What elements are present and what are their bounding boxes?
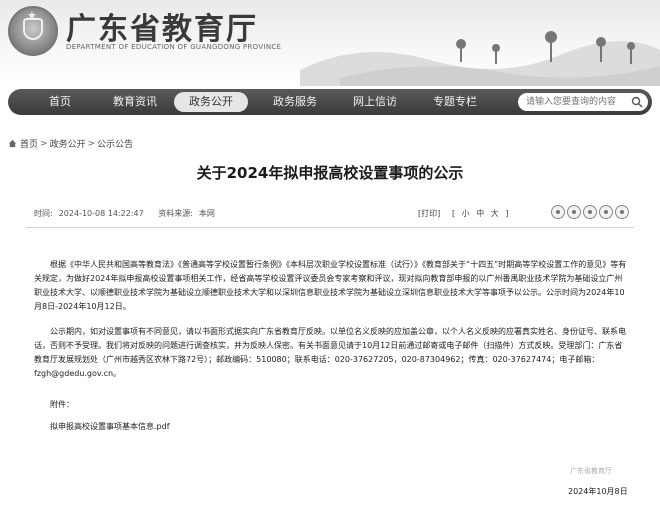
nav-item-government-affairs[interactable]: 政务公开 (174, 92, 248, 112)
breadcrumb-government-affairs[interactable]: 政务公开 (50, 137, 86, 150)
share-more-icon[interactable] (615, 205, 629, 219)
search-icon[interactable] (631, 96, 643, 108)
breadcrumb: 首页 > 政务公开 > 公示公告 (8, 137, 133, 150)
font-size-bracket: [ (452, 209, 456, 218)
nav-item-services[interactable]: 政务服务 (260, 89, 330, 115)
breadcrumb-announcements[interactable]: 公示公告 (97, 137, 133, 150)
font-size-small[interactable]: 小 (462, 209, 470, 218)
font-size-bracket: ] (505, 209, 509, 218)
article-title: 关于2024年拟申报高校设置事项的公示 (196, 164, 464, 182)
site-subtitle: DEPARTMENT OF EDUCATION OF GUANGDONG PRO… (66, 43, 282, 51)
attachment-label: 附件： (50, 400, 74, 409)
share-wechat-icon[interactable] (551, 205, 565, 219)
share-weibo-icon[interactable] (567, 205, 581, 219)
font-size-large[interactable]: 大 (491, 209, 499, 218)
article-paragraph-1: 根据《中华人民共和国高等教育法》《普通高等学校设置暂行条例》《本科层次职业学校设… (34, 260, 627, 311)
share-buttons (551, 205, 629, 219)
breadcrumb-separator: > (87, 138, 96, 149)
print-button[interactable]: [打印] (418, 208, 440, 219)
article-meta: 时间: 2024-10-08 14:22:47 资料来源: 本网 (34, 208, 221, 219)
divider (26, 227, 634, 228)
attachment-link[interactable]: 拟申报高校设置事项基本信息.pdf (50, 421, 170, 432)
home-icon (8, 139, 17, 148)
search-input[interactable] (526, 93, 630, 111)
nav-item-news[interactable]: 教育资讯 (100, 89, 170, 115)
nav-item-topics[interactable]: 专题专栏 (420, 89, 490, 115)
publish-date: 2024年10月8日 (568, 487, 628, 496)
site-header: ★ 广东省教育厅 DEPARTMENT OF EDUCATION OF GUAN… (0, 0, 660, 86)
national-emblem-icon: ★ (8, 6, 58, 56)
breadcrumb-separator: > (40, 138, 48, 149)
share-qzone-icon[interactable] (599, 205, 613, 219)
breadcrumb-home[interactable]: 首页 (20, 137, 38, 150)
font-size-medium[interactable]: 中 (476, 209, 484, 218)
header-decoration (300, 31, 660, 86)
article-paragraph-2: 公示期内，如对设置事项有不同意见，请以书面形式据实向广东省教育厅反映。以单位名义… (34, 327, 626, 378)
site-title[interactable]: 广东省教育厅 (66, 4, 258, 48)
source-label: 资料来源: (158, 209, 193, 218)
main-nav: 首页 教育资讯 政务公开 政务服务 网上信访 专题专栏 (8, 89, 652, 115)
font-size-selector: [ 小 中 大 ] (450, 208, 510, 219)
source-value: 本网 (198, 209, 215, 218)
time-label: 时间: (34, 209, 53, 218)
official-stamp: 广东省教育厅 (570, 467, 612, 475)
nav-item-home[interactable]: 首页 (36, 89, 84, 115)
nav-item-petition[interactable]: 网上信访 (340, 89, 410, 115)
share-qq-icon[interactable] (583, 205, 597, 219)
time-value: 2024-10-08 14:22:47 (58, 209, 144, 218)
search-box (518, 93, 648, 111)
